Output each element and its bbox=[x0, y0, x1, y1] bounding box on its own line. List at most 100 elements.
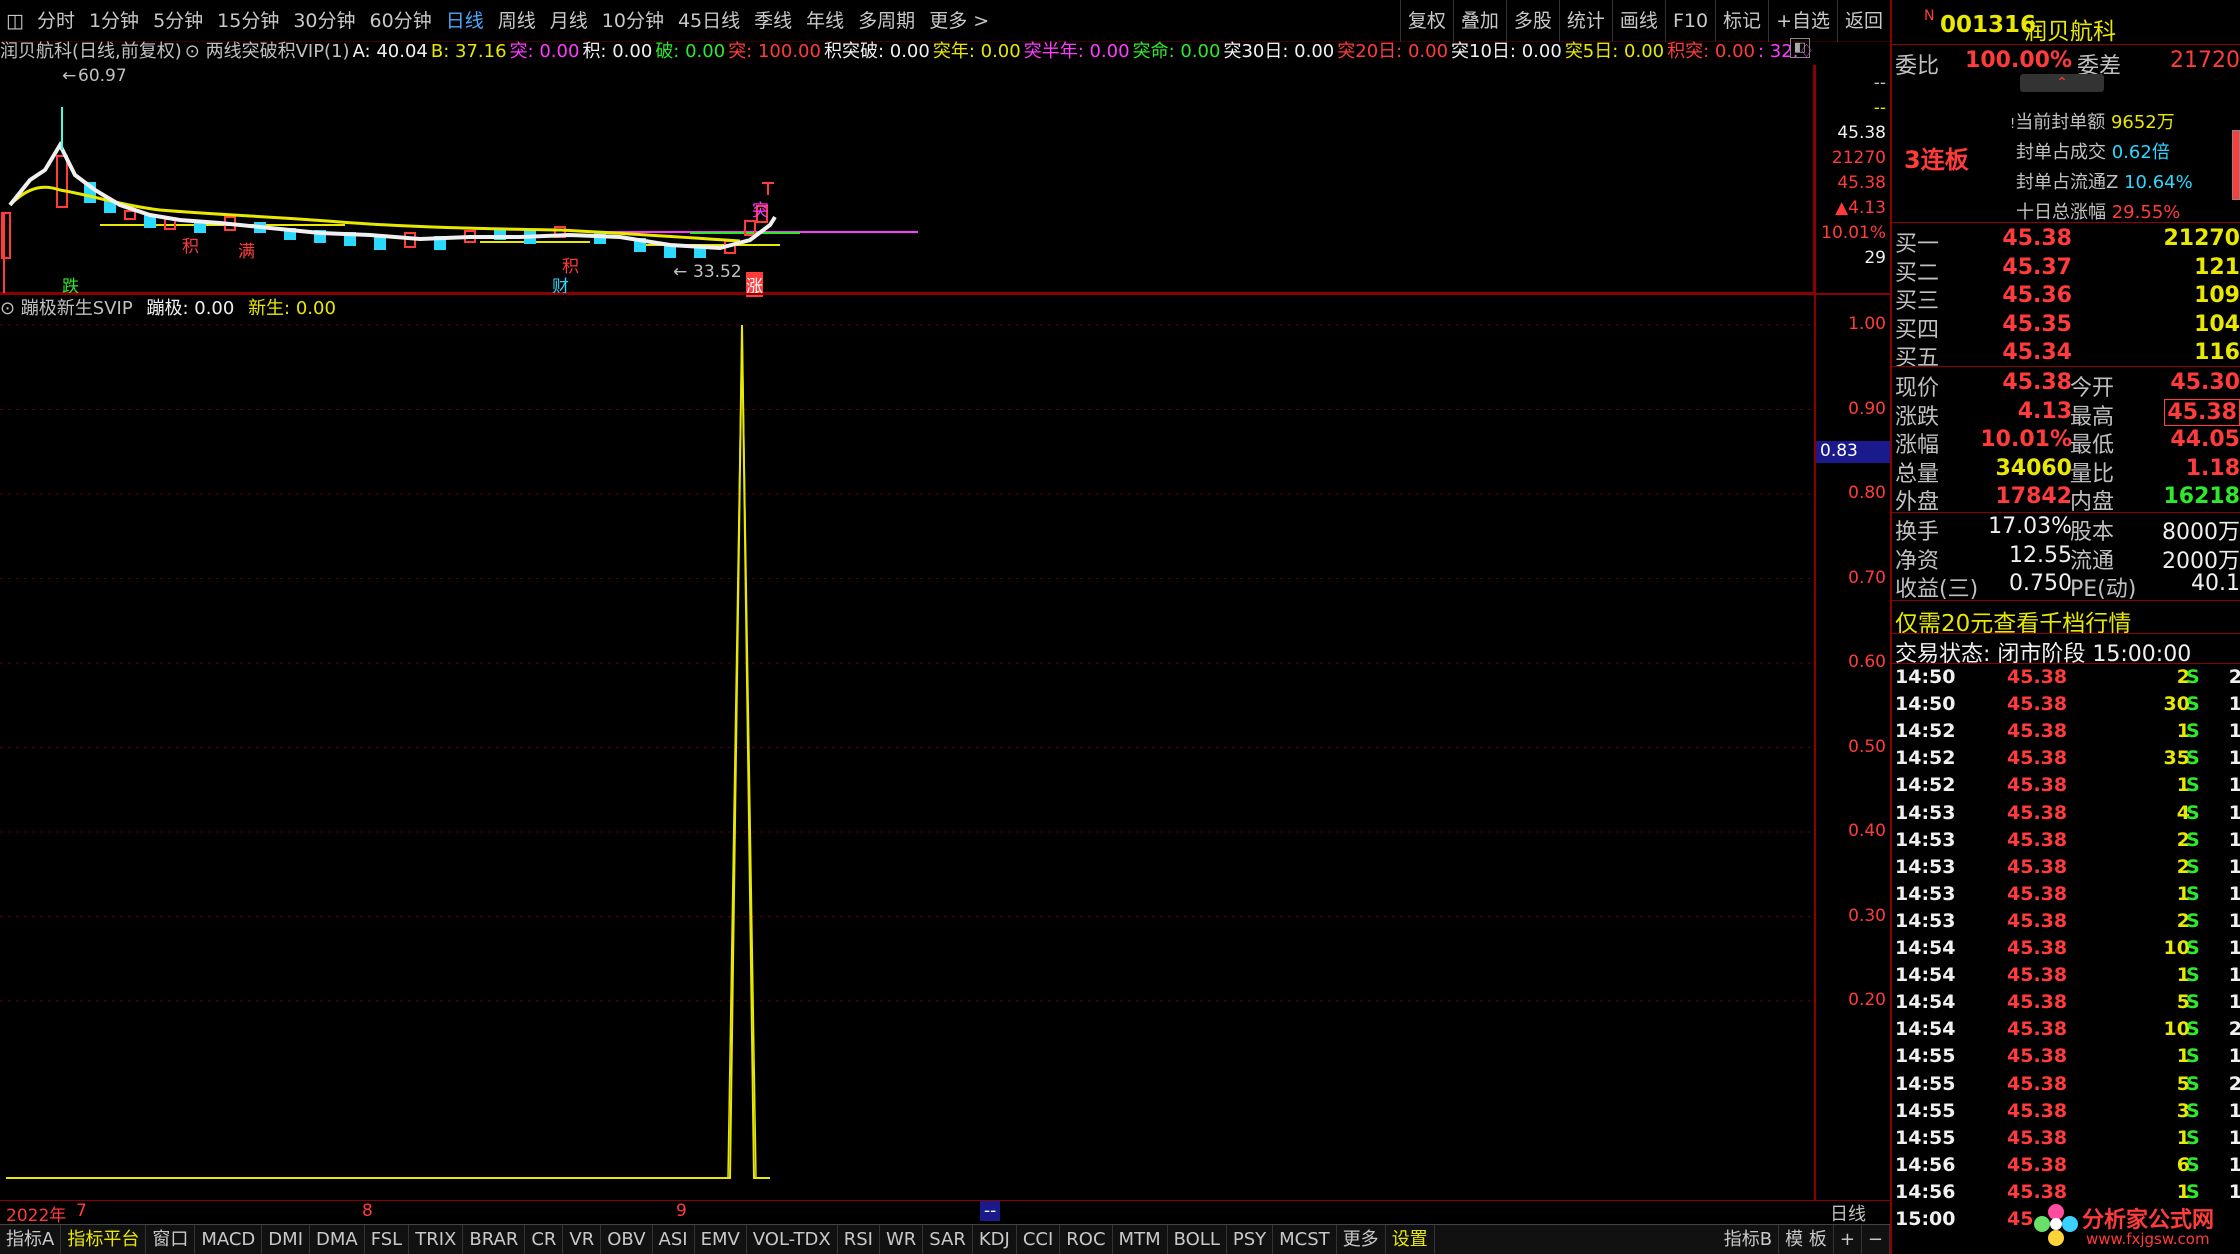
bid-price: 45.36 bbox=[2002, 283, 2072, 308]
bottom-tab-13[interactable]: EMV bbox=[695, 1225, 747, 1254]
tick-price: 45.38 bbox=[2007, 747, 2068, 770]
bottom-right-3[interactable]: − bbox=[1862, 1225, 1890, 1254]
tick-price: 45.38 bbox=[2007, 693, 2068, 716]
bid-row[interactable]: 买一 45.38 21270 bbox=[1892, 226, 2240, 257]
toolbar-action-1[interactable]: 叠加 bbox=[1452, 0, 1506, 42]
bottom-tab-9[interactable]: CR bbox=[525, 1225, 564, 1254]
bottom-tab-17[interactable]: SAR bbox=[923, 1225, 973, 1254]
bottom-tab-24[interactable]: MCST bbox=[1273, 1225, 1337, 1254]
period-tab-11[interactable]: 季线 bbox=[747, 0, 799, 42]
toolbar-action-6[interactable]: 标记 bbox=[1715, 0, 1768, 42]
toolbar-action-3[interactable]: 统计 bbox=[1558, 0, 1612, 42]
tick-price: 45.38 bbox=[2007, 855, 2068, 878]
bid-volume: 21270 bbox=[2163, 226, 2240, 251]
bottom-tab-11[interactable]: OBV bbox=[601, 1225, 653, 1254]
indicator2-chart[interactable] bbox=[0, 295, 1812, 1200]
bottom-tab-14[interactable]: VOL-TDX bbox=[747, 1225, 838, 1254]
toolbar-action-8[interactable]: 返回 bbox=[1836, 0, 1890, 42]
toolbar-action-2[interactable]: 多股 bbox=[1505, 0, 1559, 42]
cursor-value-box: 0.83 bbox=[1816, 441, 1892, 463]
tick-side: S bbox=[2186, 1099, 2200, 1122]
bottom-right-0[interactable]: 指标B bbox=[1718, 1225, 1780, 1254]
tick-price: 45.38 bbox=[2007, 720, 2068, 743]
tick-time: 14:54 bbox=[1895, 937, 1956, 959]
price-chart[interactable] bbox=[0, 65, 1812, 293]
fund-value-2: 40.1 bbox=[2191, 571, 2240, 596]
period-tab-0[interactable]: 分时 bbox=[30, 0, 82, 42]
bid-row[interactable]: 买五 45.34 116 bbox=[1892, 340, 2240, 371]
tick-count: 1 bbox=[2228, 1126, 2240, 1149]
tick-time: 14:53 bbox=[1895, 828, 1956, 851]
period-tab-8[interactable]: 月线 bbox=[543, 0, 595, 42]
tick-time: 14:53 bbox=[1895, 909, 1956, 932]
period-tab-1[interactable]: 1分钟 bbox=[82, 0, 146, 42]
period-tab-6[interactable]: 日线 bbox=[439, 0, 491, 42]
main-axis-label-1: -- bbox=[1873, 98, 1886, 118]
tick-side: S bbox=[2186, 666, 2200, 688]
tick-price: 45.38 bbox=[2007, 1018, 2068, 1041]
toolbar-action-4[interactable]: 画线 bbox=[1611, 0, 1665, 42]
bid-row[interactable]: 买三 45.36 109 bbox=[1892, 283, 2240, 314]
bottom-tab-4[interactable]: DMI bbox=[262, 1225, 310, 1254]
period-tab-5[interactable]: 60分钟 bbox=[363, 0, 439, 42]
bottom-tab-16[interactable]: WR bbox=[880, 1225, 924, 1254]
bottom-tab-25[interactable]: 更多 bbox=[1337, 1225, 1386, 1254]
bid-volume: 116 bbox=[2194, 340, 2240, 365]
bottom-tab-19[interactable]: CCI bbox=[1017, 1225, 1061, 1254]
bottom-tab-6[interactable]: FSL bbox=[365, 1225, 410, 1254]
bottom-tab-18[interactable]: KDJ bbox=[973, 1225, 1017, 1254]
bottom-tab-22[interactable]: BOLL bbox=[1168, 1225, 1227, 1254]
period-tab-3[interactable]: 15分钟 bbox=[210, 0, 286, 42]
tick-row: 14:55 45.38 1 S 1 bbox=[1892, 1045, 2240, 1072]
bottom-tab-15[interactable]: RSI bbox=[838, 1225, 880, 1254]
bottom-tab-0[interactable]: 指标A bbox=[0, 1225, 62, 1254]
bottom-tab-26[interactable]: 设置 bbox=[1386, 1225, 1435, 1254]
quote-panel: N 001316 润贝航科 委比 100.00% 委差 21720 ⌃ 3连板 … bbox=[1890, 0, 2240, 1254]
period-tab-10[interactable]: 45日线 bbox=[671, 0, 747, 42]
bid-row[interactable]: 买二 45.37 121 bbox=[1892, 254, 2240, 286]
period-tab-4[interactable]: 30分钟 bbox=[286, 0, 362, 42]
bid-volume: 109 bbox=[2194, 283, 2240, 308]
bottom-tab-1[interactable]: 指标平台 bbox=[61, 1225, 147, 1254]
bottom-tab-20[interactable]: ROC bbox=[1060, 1225, 1113, 1254]
bottom-tab-12[interactable]: ASI bbox=[653, 1225, 695, 1254]
bottom-tab-10[interactable]: VR bbox=[563, 1225, 602, 1254]
toolbar-action-0[interactable]: 复权 bbox=[1399, 0, 1453, 42]
bottom-tab-21[interactable]: MTM bbox=[1113, 1225, 1168, 1254]
tick-count: 1 bbox=[2228, 1153, 2240, 1176]
main-axis-label-0: -- bbox=[1873, 73, 1886, 93]
stock-code[interactable]: 001316 bbox=[1940, 12, 2036, 38]
tick-count: 2 bbox=[2228, 1072, 2240, 1095]
window-icon[interactable]: ◫ bbox=[0, 0, 30, 42]
toolbar-action-5[interactable]: F10 bbox=[1664, 0, 1715, 42]
bottom-right-2[interactable]: + bbox=[1834, 1225, 1862, 1254]
bid-row[interactable]: 买四 45.35 104 bbox=[1892, 312, 2240, 343]
bid-price: 45.37 bbox=[2002, 254, 2072, 280]
bid-label: 买二 bbox=[1895, 260, 1940, 286]
tick-row: 14:53 45.38 2 S 1 bbox=[1892, 829, 2240, 856]
settings-icon[interactable]: ◧ bbox=[1790, 38, 1810, 58]
bottom-tab-5[interactable]: DMA bbox=[310, 1225, 365, 1254]
tick-time: 14:50 bbox=[1895, 693, 1956, 716]
period-tab-7[interactable]: 周线 bbox=[491, 0, 543, 42]
stock-name[interactable]: 润贝航科 bbox=[2024, 12, 2116, 46]
collapse-button[interactable]: ⌃ bbox=[2020, 74, 2104, 92]
bottom-tab-23[interactable]: PSY bbox=[1227, 1225, 1274, 1254]
period-tab-14[interactable]: 更多 > bbox=[922, 0, 996, 42]
ma-line-b bbox=[8, 185, 741, 243]
period-tab-12[interactable]: 年线 bbox=[799, 0, 851, 42]
bottom-tab-2[interactable]: 窗口 bbox=[146, 1225, 196, 1254]
tick-row: 14:54 45.38 5 S 1 bbox=[1892, 991, 2240, 1018]
period-tab-9[interactable]: 10分钟 bbox=[595, 0, 671, 42]
period-tab-2[interactable]: 5分钟 bbox=[146, 0, 210, 42]
tick-time: 14:56 bbox=[1895, 1180, 1956, 1203]
bottom-tab-8[interactable]: BRAR bbox=[463, 1225, 526, 1254]
bottom-tab-7[interactable]: TRIX bbox=[409, 1225, 464, 1254]
bottom-right-1[interactable]: 模 板 bbox=[1779, 1225, 1834, 1254]
info-item-10: 突半年: 0.00 bbox=[1023, 41, 1130, 62]
date-month-3: 9 bbox=[676, 1201, 687, 1221]
toolbar-action-7[interactable]: +自选 bbox=[1768, 0, 1837, 42]
bottom-tab-3[interactable]: MACD bbox=[195, 1225, 263, 1254]
period-tab-13[interactable]: 多周期 bbox=[851, 0, 922, 42]
fund-label-2: PE(动) bbox=[2070, 577, 2137, 602]
